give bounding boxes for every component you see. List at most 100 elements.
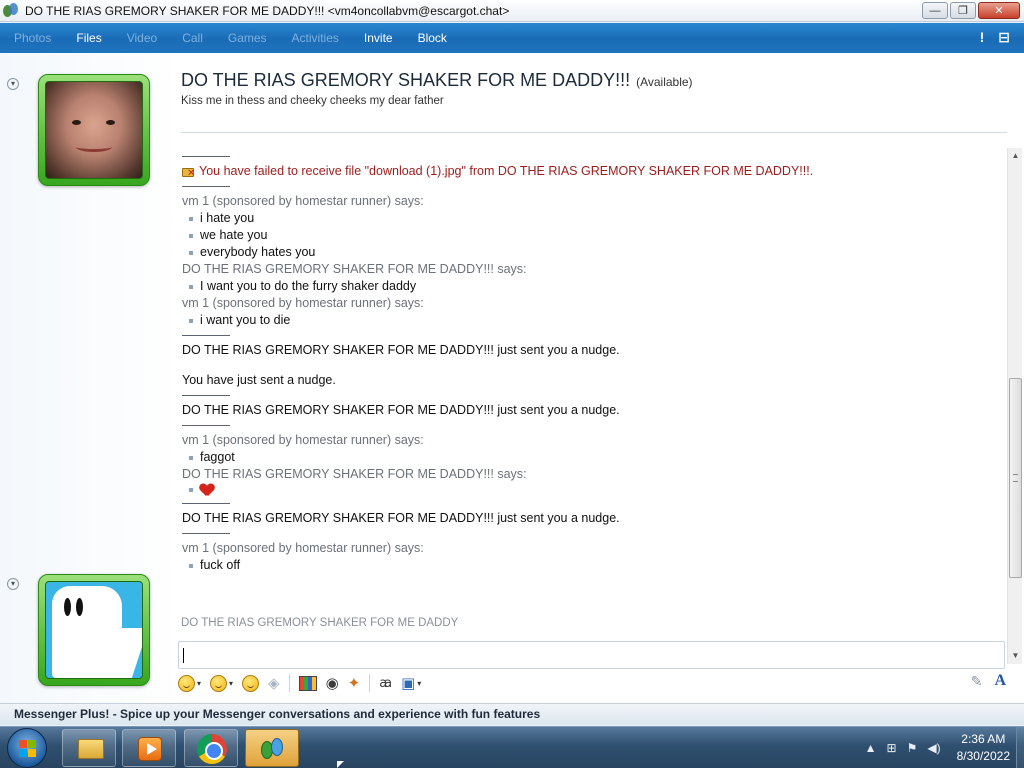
media-player-icon	[138, 737, 162, 761]
conversation-window: ▾ DO THE RIAS GREMORY SHAKER FOR ME DADD…	[0, 53, 1024, 703]
text-caret	[183, 648, 184, 663]
nudge-notice: DO THE RIAS GREMORY SHAKER FOR ME DADDY!…	[182, 403, 620, 417]
start-button[interactable]	[7, 728, 47, 768]
emoticons-button[interactable]: ▾	[178, 673, 201, 693]
alert-icon[interactable]: !	[980, 29, 985, 46]
taskbar-explorer[interactable]	[62, 729, 116, 767]
sender-line: vm 1 (sponsored by homestar runner) says…	[182, 194, 424, 208]
tray-expand-icon[interactable]: ▲	[865, 741, 877, 755]
nudge-icon	[242, 674, 260, 692]
plus-features-button[interactable]: ✦	[348, 673, 361, 693]
clock[interactable]: 2:36 AM 8/30/2022	[957, 731, 1010, 765]
contact-name: DO THE RIAS GREMORY SHAKER FOR ME DADDY!…	[181, 70, 693, 90]
collapse-own-pic-icon[interactable]: ▾	[7, 578, 19, 590]
show-desktop-button[interactable]	[1016, 727, 1024, 768]
taskbar: ▲ ⊞ ⚑ ◀) 2:36 AM 8/30/2022	[0, 726, 1024, 768]
layout-menu-icon[interactable]: ⊟	[998, 29, 1010, 46]
menu-item-video[interactable]: Video	[127, 31, 157, 45]
wink-icon	[210, 674, 228, 692]
sender-line: vm 1 (sponsored by homestar runner) says…	[182, 296, 424, 310]
spellcheck-button[interactable]: ꜳ	[379, 673, 392, 693]
nudge-button[interactable]	[242, 673, 260, 693]
maximize-button[interactable]: ❐	[950, 2, 976, 19]
messenger-icon	[259, 735, 287, 763]
contact-avatar[interactable]	[38, 74, 150, 186]
sender-line: vm 1 (sponsored by homestar runner) says…	[182, 541, 424, 555]
message-item: fuck off	[182, 557, 1004, 574]
close-button[interactable]: ✕	[978, 2, 1020, 19]
voice-clip-button[interactable]: ◈	[268, 673, 280, 693]
backgrounds-icon	[298, 675, 317, 691]
conversation-scrollbar[interactable]: ▲ ▼	[1007, 148, 1022, 664]
winks-button[interactable]: ▾	[210, 673, 233, 693]
typing-status: DO THE RIAS GREMORY SHAKER FOR ME DADDY	[181, 617, 459, 629]
nudge-notice: You have just sent a nudge.	[182, 373, 336, 387]
sender-line: vm 1 (sponsored by homestar runner) says…	[182, 433, 424, 447]
messenger-icon	[3, 2, 19, 19]
sender-line: DO THE RIAS GREMORY SHAKER FOR ME DADDY!…	[182, 467, 527, 481]
taskbar-media-player[interactable]	[122, 729, 176, 767]
taskbar-messenger[interactable]	[245, 729, 299, 767]
title-bar: DO THE RIAS GREMORY SHAKER FOR ME DADDY!…	[0, 0, 1024, 22]
menu-item-photos[interactable]: Photos	[14, 31, 51, 45]
folder-icon	[78, 739, 104, 759]
menu-right-icons: ! ⊟	[980, 29, 1010, 46]
messenger-plus-bar[interactable]: Messenger Plus! - Spice up your Messenge…	[0, 703, 1024, 725]
send-files-button[interactable]: ▣ ▾	[401, 673, 421, 693]
message-item: faggot	[182, 449, 1004, 466]
window-controls: — ❐ ✕	[922, 2, 1020, 19]
nudge-notice: DO THE RIAS GREMORY SHAKER FOR ME DADDY!…	[182, 343, 620, 357]
message-item: we hate you	[182, 227, 1004, 244]
contact-personal-message: Kiss me in thess and cheeky cheeks my de…	[181, 95, 444, 107]
message-input[interactable]	[178, 641, 1005, 669]
menu-item-activities[interactable]: Activities	[292, 31, 339, 45]
clock-time: 2:36 AM	[961, 732, 1006, 746]
menu-item-invite[interactable]: Invite	[364, 31, 393, 45]
own-avatar[interactable]	[38, 574, 150, 686]
volume-icon[interactable]: ◀)	[927, 741, 940, 755]
minimize-button[interactable]: —	[922, 2, 948, 19]
menu-bar: Photos Files Video Call Games Activities…	[0, 23, 1024, 53]
message-separator	[182, 335, 230, 336]
sender-line: DO THE RIAS GREMORY SHAKER FOR ME DADDY!…	[182, 262, 527, 276]
message-item: I want you to do the furry shaker daddy	[182, 278, 1004, 295]
message-item: everybody hates you	[182, 244, 1004, 261]
chrome-icon	[197, 734, 227, 764]
backgrounds-button[interactable]	[298, 673, 317, 693]
message-item	[182, 483, 1004, 497]
header-divider	[181, 132, 1007, 133]
window-title: DO THE RIAS GREMORY SHAKER FOR ME DADDY!…	[25, 3, 510, 18]
message-separator	[182, 503, 230, 504]
menu-item-call[interactable]: Call	[182, 31, 203, 45]
file-error-message: ✕ You have failed to receive file "downl…	[182, 163, 1004, 180]
handwriting-icon[interactable]: ✎	[971, 673, 983, 690]
message-item: i want you to die	[182, 312, 1004, 329]
system-tray: ▲ ⊞ ⚑ ◀) 2:36 AM 8/30/2022	[865, 727, 1014, 768]
message-separator	[182, 186, 230, 187]
sounds-button[interactable]: ◉	[326, 673, 339, 693]
scroll-down-arrow-icon[interactable]: ▼	[1009, 649, 1022, 662]
message-separator	[182, 395, 230, 396]
message-separator	[182, 425, 230, 426]
message-item: i hate you	[182, 210, 1004, 227]
taskbar-chrome[interactable]	[184, 729, 238, 767]
menu-item-block[interactable]: Block	[418, 31, 447, 45]
message-separator	[182, 533, 230, 534]
clock-date: 8/30/2022	[956, 749, 1010, 763]
menu-item-files[interactable]: Files	[76, 31, 101, 45]
mouse-cursor-icon	[337, 761, 344, 768]
menu-item-games[interactable]: Games	[228, 31, 267, 45]
scroll-up-arrow-icon[interactable]: ▲	[1009, 149, 1022, 162]
font-button[interactable]: A	[994, 672, 1006, 690]
action-center-icon[interactable]: ⚑	[907, 741, 918, 755]
heart-emoticon-icon	[200, 483, 214, 497]
collapse-contact-pic-icon[interactable]: ▾	[7, 78, 19, 90]
nudge-notice: DO THE RIAS GREMORY SHAKER FOR ME DADDY!…	[182, 511, 620, 525]
network-icon[interactable]: ⊞	[887, 741, 897, 755]
input-toolbar: ▾ ▾ ◈ ◉ ✦ ꜳ ▣ ▾ ✎ A	[178, 670, 1008, 696]
contact-status: (Available)	[636, 75, 693, 89]
conversation-history: ✕ You have failed to receive file "downl…	[182, 148, 1004, 638]
scrollbar-thumb[interactable]	[1009, 378, 1022, 578]
smiley-icon	[178, 674, 195, 692]
message-separator	[182, 156, 230, 157]
